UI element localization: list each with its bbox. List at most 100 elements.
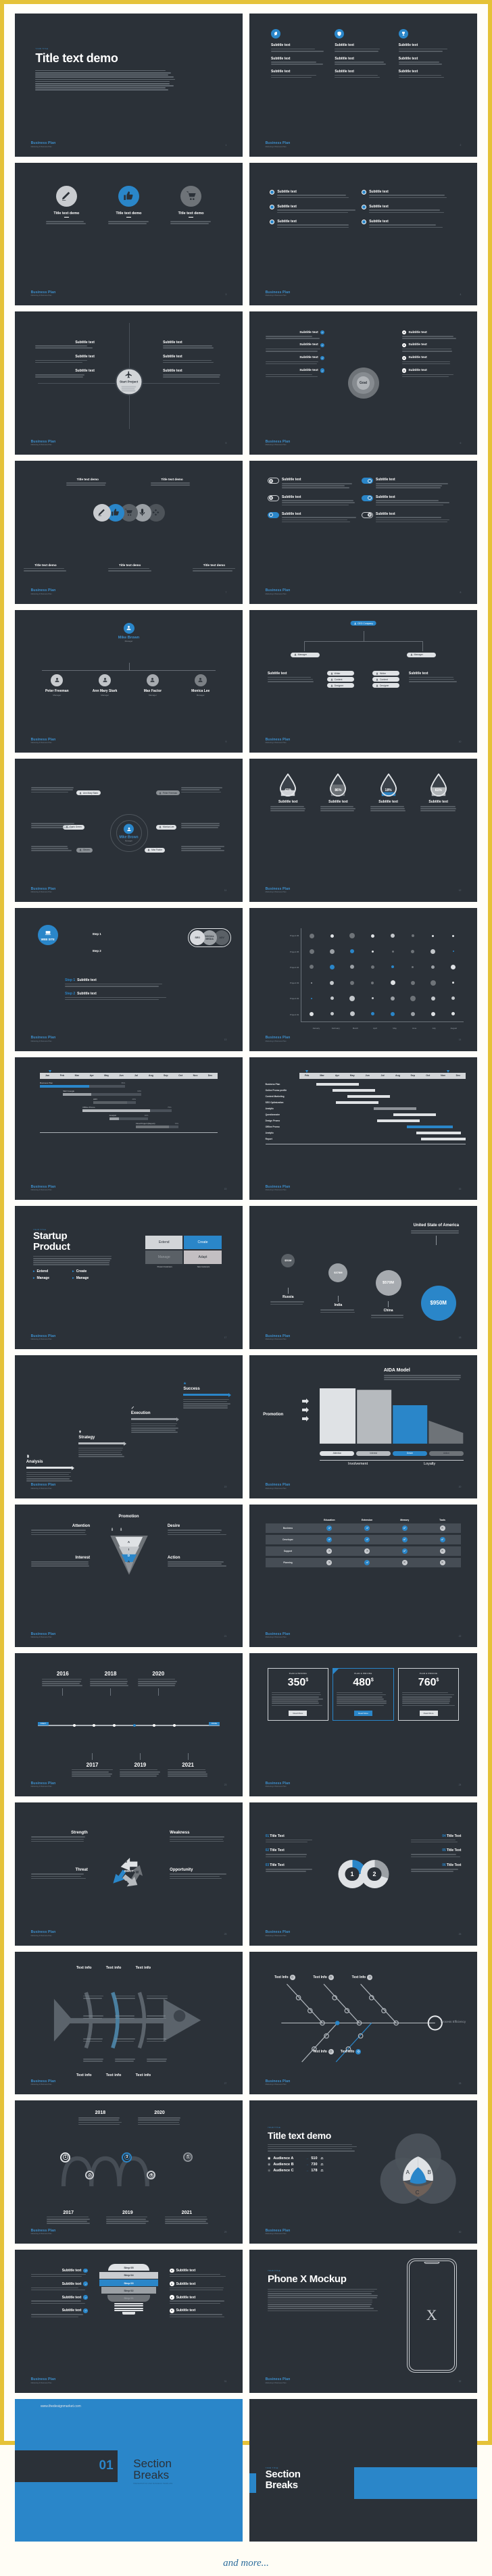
slide-website-steps[interactable]: WEB SITE Step 1 Step 2 SEO SOCIAL MEDIA AD… — [15, 908, 243, 1051]
org-node: Designer — [327, 683, 354, 688]
row-label: Business — [266, 1527, 311, 1530]
text-line — [337, 1696, 383, 1698]
slide-org-chart[interactable]: CEO Company Manager Manager Writer Conten… — [249, 610, 477, 753]
month-label: Sep — [405, 1074, 420, 1077]
brand-subtitle: Marketing & Business Plan — [266, 444, 291, 446]
slide-comparison-table[interactable]: Education Extension Memory Tools Business D… — [249, 1505, 477, 1648]
slide-country-bubbles[interactable]: $51M Russia $378M India $570M China $950… — [249, 1206, 477, 1349]
ring-entry: 2021 — [165, 2211, 208, 2225]
toggle-switch[interactable] — [268, 495, 279, 501]
task-name: Final Project (Report) — [136, 1122, 155, 1125]
slide-page-number: 16 — [459, 1188, 462, 1190]
slide-three-column-icons[interactable]: Subtitle text Subtitle text Subtitle tex… — [249, 14, 477, 157]
text-line — [272, 1692, 320, 1694]
slide-team-org-simple[interactable]: Mike Brown Manager Peter Freeman Manager… — [15, 610, 243, 753]
text-line — [83, 2061, 103, 2062]
target-item: Subtitle text — [402, 368, 462, 377]
slide-six-bullet-grid[interactable]: Subtitle text Subtitle text Subtitle tex… — [249, 163, 477, 306]
pin-icon — [78, 1430, 82, 1434]
slide-aida-model-funnel[interactable]: AIDA Model Promotion Attention Interest De… — [249, 1355, 477, 1498]
slide-fishbone-line[interactable]: Text Info Text Info Text Info Text Info … — [249, 1952, 477, 2095]
brand-subtitle: Marketing & Business Plan — [266, 1636, 291, 1638]
plan-cta-button[interactable]: Read More — [420, 1711, 438, 1716]
plan-cta-button[interactable]: Read More — [354, 1711, 372, 1716]
table-column-header: Tools — [424, 1519, 462, 1521]
slide-title-text-demo[interactable]: YOUR TITLE Title text demo Business Plan… — [15, 14, 243, 157]
toggle-switch[interactable] — [268, 478, 279, 484]
item-body — [266, 1869, 316, 1872]
overlap-title: Title text demo — [108, 563, 151, 567]
toggle-switch[interactable] — [268, 512, 279, 518]
slide-timeline-rings[interactable]: 1 2 3 4 5 2018 2020 2017 2019 2021 Busin… — [15, 2100, 243, 2244]
slide-body — [33, 1256, 115, 1265]
org-node: Writer — [372, 671, 399, 676]
toggle-switch[interactable] — [362, 512, 373, 518]
gantt-task: SEO Google 60% — [40, 1090, 218, 1098]
slide-fishbone-solid[interactable]: Text info Text info Text info Text info Text… — [15, 1952, 243, 2095]
brand-subtitle: Marketing & Business Plan — [31, 593, 56, 595]
cross-icon — [170, 2283, 173, 2285]
text-line — [35, 72, 171, 74]
text-line — [31, 1565, 90, 1567]
text-line — [399, 77, 444, 78]
slide-bubble-matrix[interactable]: Project #6 Project #5 Project #4 Project #3… — [249, 908, 477, 1051]
slide-lightbulb-steps[interactable]: Step 05 Step 04 Step 03 Step 02 Step 01 Subt… — [15, 2250, 243, 2393]
slide-three-circle-icons[interactable]: Title text demo Title text demo Title te… — [15, 163, 243, 306]
slide-page-number: 27 — [224, 2082, 227, 2085]
slide-toggle-switch-list[interactable]: Subtitle text Subtitle text Subtitle tex… — [249, 461, 477, 604]
slide-aida-funnel-vertical[interactable]: Promotion ⬇ ⬇ AIDA Attention Desire Inte… — [15, 1505, 243, 1648]
pricing-card: PLAN & PRICING 480$ Read More — [333, 1668, 394, 1721]
slide-pricing-plans[interactable]: PLAN & PRICING 350$ Read More PLAN & PRI… — [249, 1653, 477, 1796]
table-column-header: Memory — [386, 1519, 424, 1521]
slide-timeline-years[interactable]: 2016 2018 2020 2017 2019 2021 START FINI… — [15, 1653, 243, 1796]
bubble — [452, 982, 454, 984]
item-title: Title Text — [447, 1863, 462, 1867]
slide-gantt-progress[interactable]: Jan Feb Mar Apr May Jun Jul Aug Sep Oct Nov Dec Bus… — [15, 1057, 243, 1201]
text-line — [268, 681, 314, 682]
toggle-row: Subtitle text — [362, 478, 451, 489]
brand-subtitle: Marketing & Business Plan — [31, 1636, 56, 1638]
text-line — [65, 986, 159, 987]
overlap-title: Title text demo — [66, 478, 109, 481]
text-line — [268, 2295, 378, 2296]
slide-phone-x-mockup[interactable]: YOUR TITLE Phone X Mockup X Business Pla… — [249, 2250, 477, 2393]
cart-icon — [124, 508, 133, 517]
slide-gantt-bars[interactable]: Feb Mar Apr May Jun Jul Aug Sep Oct Nov Dec Busine… — [249, 1057, 477, 1201]
slide-process-arrows[interactable]: Analysis Strategy Execution Success Busi… — [15, 1355, 243, 1498]
slide-team-orbit[interactable]: Ann Mary Stark Peter Freeman Frank Green Mo… — [15, 759, 243, 902]
branch-label: Step 2 — [93, 949, 101, 953]
text-line — [376, 502, 449, 503]
orbit-note — [181, 844, 226, 852]
brand-subtitle: Marketing & Business Plan — [31, 1488, 56, 1490]
slide-swot-analysis[interactable]: SWOT SWOT Strength Weakness Opportunity … — [15, 1802, 243, 1946]
task-pct: 70% — [174, 1122, 178, 1125]
slide-double-donut[interactable]: 01 Title Text 02 Title Text 03 Title Tex… — [249, 1802, 477, 1946]
slide-start-project-radial[interactable]: Subtitle text Subtitle text Subtitle tex… — [15, 311, 243, 455]
text-line — [268, 2300, 372, 2301]
slide-venn-audience[interactable]: YOUR TITLE Title text demo ◉ Audience A … — [249, 2100, 477, 2244]
text-line — [335, 64, 386, 65]
month-label: Aug — [390, 1074, 405, 1077]
slide-page-number: 31 — [224, 2380, 227, 2383]
bullet-body — [369, 209, 449, 213]
slide-section-break-dark[interactable]: YOUR TITLE Section Breaks — [249, 2399, 477, 2542]
aida-stage-pill: Action — [429, 1451, 464, 1456]
target-body — [266, 336, 325, 339]
text-line — [266, 374, 312, 376]
text-line — [31, 787, 74, 788]
user-icon — [330, 678, 333, 681]
slide-goal-target-rings[interactable]: Goal Subtitle text Subtitle text Subtitl… — [249, 311, 477, 455]
text-line — [181, 789, 220, 790]
slide-five-overlap-circles[interactable]: Title text demo Title text demo Title te… — [15, 461, 243, 604]
toggle-switch[interactable] — [362, 478, 373, 484]
plan-cta-button[interactable]: Read More — [289, 1711, 307, 1716]
bulb-title: Subtitle text — [62, 2308, 82, 2313]
text-line — [90, 1681, 128, 1682]
text-line — [35, 76, 174, 78]
slide-water-drop-percent[interactable]: 43% Subtitle text 86% Subtitle text 18% … — [249, 759, 477, 902]
timeline-body — [120, 1769, 161, 1777]
slide-section-break-blue[interactable]: 01 Section Breaks PRESENTATION AND BUSIN… — [15, 2399, 243, 2542]
slide-brand: Business Plan Marketing & Business Plan — [266, 738, 291, 744]
toggle-switch[interactable] — [362, 495, 373, 501]
slide-startup-product-matrix[interactable]: YOUR TITLE Startup Product ▸ Extend ▸ Creat… — [15, 1206, 243, 1349]
